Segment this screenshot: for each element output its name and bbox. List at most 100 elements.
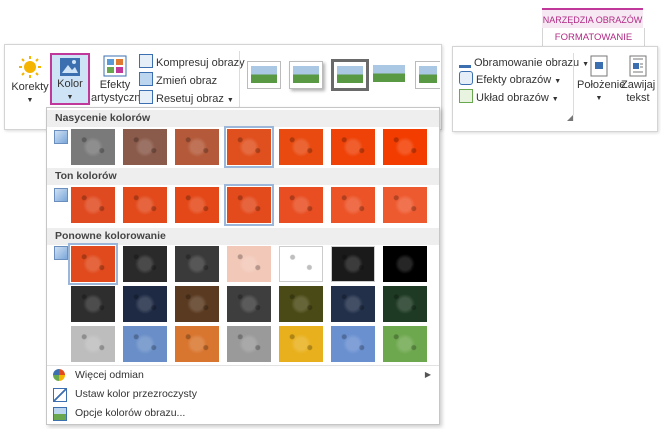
- color-button[interactable]: Kolor ▼: [50, 53, 90, 105]
- artistic-effects-label-1: Efekty: [99, 79, 131, 91]
- compress-label: Kompresuj obrazy: [156, 57, 245, 69]
- wrap-text-label-1: Zawijaj: [621, 79, 656, 91]
- chevron-down-icon: ▼: [554, 78, 562, 85]
- color-options-item[interactable]: Opcje kolorów obrazu...: [47, 404, 439, 422]
- tone-swatch[interactable]: [383, 187, 427, 223]
- picture-style-2[interactable]: [289, 61, 323, 89]
- recolor-swatch[interactable]: [279, 286, 323, 322]
- effects-label: Efekty obrazów: [476, 74, 552, 86]
- picture-icon: [60, 58, 80, 76]
- saturation-swatch[interactable]: [224, 126, 274, 168]
- saturation-swatch[interactable]: [383, 129, 427, 165]
- border-label: Obramowanie obrazu: [474, 57, 580, 69]
- effects-icon: [459, 71, 473, 85]
- tone-swatch[interactable]: [331, 187, 375, 223]
- chevron-down-icon: ▼: [551, 96, 559, 103]
- recolor-swatch[interactable]: [175, 246, 219, 282]
- saturation-swatch[interactable]: [331, 129, 375, 165]
- chevron-down-icon: ▼: [66, 94, 74, 101]
- corrections-button[interactable]: Korekty ▼: [11, 55, 49, 107]
- change-label: Zmień obraz: [156, 75, 218, 87]
- recolor-swatch[interactable]: [383, 326, 427, 362]
- wrap-text-label-2: tekst: [626, 92, 650, 104]
- saturation-icon: [54, 130, 68, 144]
- recolor-swatch[interactable]: [123, 246, 167, 282]
- picture-effects-button[interactable]: Efekty obrazów ▼: [459, 71, 561, 87]
- set-transparent-item[interactable]: Ustaw kolor przezroczysty: [47, 385, 439, 403]
- eyedropper-icon: [53, 388, 67, 402]
- tone-swatch[interactable]: [175, 187, 219, 223]
- chevron-down-icon: ▼: [226, 97, 234, 104]
- saturation-swatch[interactable]: [123, 129, 167, 165]
- wrap-text-icon: [629, 55, 647, 77]
- recolor-swatch[interactable]: [331, 326, 375, 362]
- position-button[interactable]: Położenie ▼: [577, 55, 626, 105]
- recolor-swatch[interactable]: [383, 286, 427, 322]
- recolor-swatch[interactable]: [71, 326, 115, 362]
- dialog-launcher-icon[interactable]: ◢: [567, 113, 573, 122]
- recolor-header: Ponowne kolorowanie: [47, 228, 439, 245]
- palette-icon: [53, 369, 65, 381]
- picture-style-5[interactable]: [415, 61, 440, 89]
- picture-style-1[interactable]: [247, 61, 281, 89]
- recolor-swatch[interactable]: [68, 243, 118, 285]
- reset-label: Resetuj obraz: [156, 93, 224, 105]
- artistic-effects-label-2: artystyczne: [91, 92, 147, 104]
- tone-swatch[interactable]: [123, 187, 167, 223]
- tone-swatch[interactable]: [224, 184, 274, 226]
- compress-pictures-button[interactable]: Kompresuj obrazy: [139, 54, 245, 70]
- recolor-swatch[interactable]: [279, 326, 323, 362]
- picture-options-icon: [53, 407, 67, 421]
- recolor-swatch[interactable]: [227, 246, 271, 282]
- recolor-icon: [54, 246, 68, 260]
- tone-swatch[interactable]: [71, 187, 115, 223]
- recolor-swatch[interactable]: [227, 286, 271, 322]
- picture-style-3[interactable]: [331, 59, 369, 91]
- recolor-swatch[interactable]: [123, 286, 167, 322]
- ribbon-format-group: Obramowanie obrazu ▼ Efekty obrazów ▼ Ukła…: [452, 46, 658, 132]
- position-label: Położenie: [577, 79, 626, 91]
- color-options-label: Opcje kolorów obrazu...: [75, 407, 186, 419]
- recolor-swatch[interactable]: [331, 286, 375, 322]
- more-variations-item[interactable]: Więcej odmian ▶: [47, 366, 439, 384]
- tone-icon: [54, 188, 68, 202]
- picture-layout-button[interactable]: Układ obrazów ▼: [459, 89, 559, 105]
- saturation-header: Nasycenie kolorów: [47, 110, 439, 127]
- saturation-swatch[interactable]: [279, 129, 323, 165]
- recolor-swatch[interactable]: [279, 246, 323, 282]
- set-transparent-label: Ustaw kolor przezroczysty: [75, 388, 197, 400]
- chevron-right-icon: ▶: [424, 370, 431, 379]
- recolor-swatch[interactable]: [331, 246, 375, 282]
- group-divider: [573, 53, 574, 115]
- picture-border-button[interactable]: Obramowanie obrazu ▼: [459, 53, 589, 69]
- group-divider: [239, 51, 240, 107]
- picture-style-4[interactable]: [373, 61, 405, 87]
- layout-label: Układ obrazów: [476, 92, 549, 104]
- recolor-swatch[interactable]: [383, 246, 427, 282]
- tone-swatch[interactable]: [279, 187, 323, 223]
- compress-icon: [139, 54, 153, 68]
- recolor-swatch[interactable]: [227, 326, 271, 362]
- recolor-swatch[interactable]: [175, 286, 219, 322]
- wrap-text-button[interactable]: Zawijaj tekst: [621, 55, 655, 105]
- color-dropdown-menu: Nasycenie kolorów Ton kolorów Ponowne ko…: [46, 107, 440, 425]
- sun-icon: [19, 56, 41, 78]
- picture-tools-header: NARZĘDZIA OBRAZÓW: [542, 8, 643, 30]
- saturation-swatch[interactable]: [71, 129, 115, 165]
- recolor-swatch[interactable]: [175, 326, 219, 362]
- position-icon: [590, 55, 608, 77]
- layout-icon: [459, 89, 473, 103]
- chevron-down-icon: ▼: [595, 95, 603, 102]
- reset-icon: [139, 90, 153, 104]
- saturation-swatch[interactable]: [175, 129, 219, 165]
- artistic-effects-icon: [103, 55, 127, 77]
- reset-picture-button[interactable]: Resetuj obraz ▼: [139, 90, 234, 106]
- artistic-effects-button[interactable]: Efekty artystyczne: [91, 55, 147, 105]
- tone-header: Ton kolorów: [47, 168, 439, 185]
- change-picture-icon: [139, 72, 153, 86]
- recolor-swatch[interactable]: [71, 286, 115, 322]
- chevron-down-icon: ▼: [26, 97, 34, 104]
- tab-format[interactable]: FORMATOWANIE: [542, 28, 645, 48]
- change-picture-button[interactable]: Zmień obraz: [139, 72, 217, 88]
- recolor-swatch[interactable]: [123, 326, 167, 362]
